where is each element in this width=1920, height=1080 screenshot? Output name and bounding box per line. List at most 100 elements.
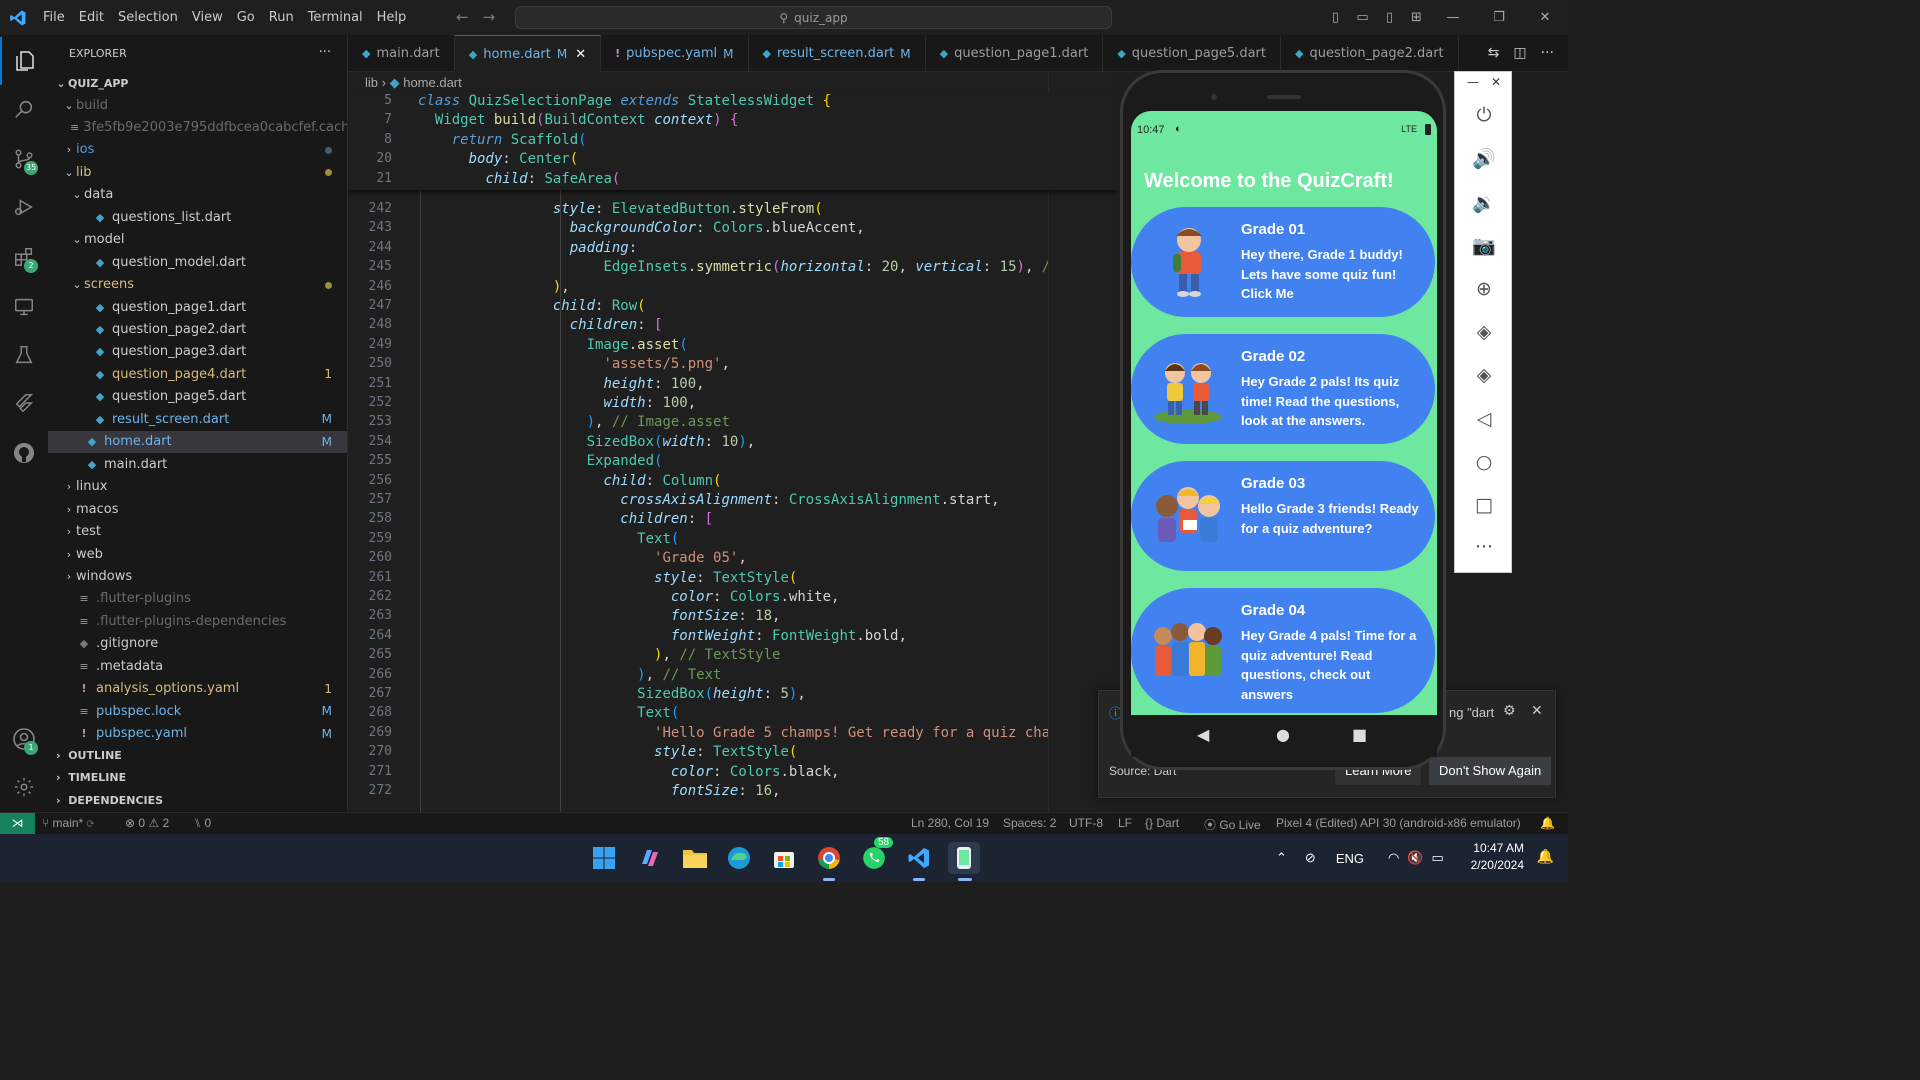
code-line[interactable]: 269 'Hello Grade 5 champs! Get ready for…	[348, 725, 1118, 744]
flutter-device[interactable]: Pixel 4 (Edited) API 30 (android-x86 emu…	[1276, 816, 1521, 830]
tree-item[interactable]: ⌄ data	[48, 184, 347, 206]
menu-run[interactable]: Run	[262, 10, 301, 25]
grade-card-3[interactable]: Grade 03 Hello Grade 3 friends! Ready fo…	[1131, 461, 1435, 571]
store-icon[interactable]	[768, 842, 800, 874]
tree-item[interactable]: › ios	[48, 139, 347, 161]
tree-item[interactable]: › macos	[48, 498, 347, 520]
code-line[interactable]: 267 SizedBox(height: 5),	[348, 686, 1118, 705]
code-line[interactable]: 265 ), // TextStyle	[348, 647, 1118, 666]
menu-go[interactable]: Go	[230, 10, 262, 25]
sticky-code-line[interactable]: 20 body: Center(	[348, 151, 1118, 170]
code-line[interactable]: 258 children: [	[348, 511, 1118, 530]
code-line[interactable]: 254 SizedBox(width: 10),	[348, 434, 1118, 453]
close-emulator-icon[interactable]: ✕	[1491, 75, 1501, 89]
language-indicator[interactable]: ENG	[1336, 851, 1364, 866]
editor-tab[interactable]: ◆ question_page2.dart	[1281, 35, 1459, 72]
more-actions-icon[interactable]: ···	[1541, 45, 1554, 61]
editor-tab[interactable]: ◆ result_screen.dart M	[749, 35, 926, 72]
code-line[interactable]: 245 EdgeInsets.symmetric(horizontal: 20,…	[348, 259, 1118, 278]
tree-item[interactable]: ◆ question_page4.dart 1	[48, 363, 347, 385]
copilot-icon[interactable]	[634, 842, 666, 874]
editor-tab[interactable]: ◆ question_page1.dart	[926, 35, 1104, 72]
code-line[interactable]: 271 color: Colors.black,	[348, 764, 1118, 783]
code-line[interactable]: 272 fontSize: 16,	[348, 783, 1118, 802]
close-icon[interactable]: ✕	[1522, 10, 1568, 25]
grade-card-1[interactable]: Grade 01 Hey there, Grade 1 buddy! Lets …	[1131, 207, 1435, 317]
gear-icon[interactable]	[0, 763, 48, 811]
whatsapp-icon[interactable]: 58	[858, 837, 894, 874]
editor-tab[interactable]: ◆ home.dart M ✕	[454, 35, 602, 72]
timeline-section[interactable]: › TIMELINE	[48, 766, 347, 788]
menu-view[interactable]: View	[185, 10, 230, 25]
code-line[interactable]: 253 ), // Image.asset	[348, 414, 1118, 433]
grade-card-4[interactable]: Grade 04 Hey Grade 4 pals! Time for a qu…	[1131, 588, 1435, 713]
code-line[interactable]: 255 Expanded(	[348, 453, 1118, 472]
explorer-more-icon[interactable]: ···	[319, 45, 331, 60]
tree-item[interactable]: › test	[48, 521, 347, 543]
more-icon[interactable]: ···	[1455, 536, 1513, 558]
overview-icon[interactable]: □	[1455, 494, 1513, 516]
sticky-code-line[interactable]: 8 return Scaffold(	[348, 132, 1118, 151]
maximize-icon[interactable]: ❐	[1476, 10, 1522, 25]
emulator-taskbar-icon[interactable]	[948, 842, 980, 874]
code-line[interactable]: 256 child: Column(	[348, 473, 1118, 492]
volume-down-icon[interactable]: 🔉	[1455, 191, 1513, 214]
android-overview-icon[interactable]: ■	[1352, 725, 1367, 744]
windows-start-icon[interactable]	[588, 842, 620, 874]
android-back-icon[interactable]: ◀	[1197, 725, 1209, 744]
explorer-root[interactable]: ⌄ QUIZ_APP	[48, 72, 347, 94]
tree-item[interactable]: ◆ .gitignore	[48, 633, 347, 655]
toggle-secondary-sidebar-icon[interactable]: ▯	[1376, 10, 1403, 25]
tree-item[interactable]: ◆ home.dart M	[48, 430, 347, 453]
forward-arrow-icon[interactable]: →	[483, 8, 510, 26]
code-line[interactable]: 261 style: TextStyle(	[348, 570, 1118, 589]
menu-terminal[interactable]: Terminal	[301, 10, 370, 25]
tree-item[interactable]: ! pubspec.yaml M	[48, 723, 347, 745]
menu-file[interactable]: File	[36, 10, 72, 25]
extensions-icon[interactable]: 2	[0, 233, 48, 281]
source-control-icon[interactable]: 35	[0, 135, 48, 183]
rotate-left-icon[interactable]: ◈	[1455, 321, 1513, 343]
code-line[interactable]: 242 style: ElevatedButton.styleFrom(	[348, 201, 1118, 220]
code-line[interactable]: 243 backgroundColor: Colors.blueAccent,	[348, 220, 1118, 239]
notifications-bell-icon[interactable]: 🔔	[1540, 816, 1555, 830]
tree-item[interactable]: ⌄ screens	[48, 274, 347, 296]
menu-selection[interactable]: Selection	[111, 10, 185, 25]
menu-edit[interactable]: Edit	[72, 10, 111, 25]
editor-tab[interactable]: ◆ question_page5.dart	[1103, 35, 1281, 72]
code-line[interactable]: 244 padding:	[348, 240, 1118, 259]
wifi-icon[interactable]: ◠	[1388, 850, 1399, 866]
code-line[interactable]: 262 color: Colors.white,	[348, 589, 1118, 608]
sticky-code-line[interactable]: 7 Widget build(BuildContext context) {	[348, 112, 1118, 131]
code-line[interactable]: 249 Image.asset(	[348, 337, 1118, 356]
code-editor[interactable]: lib › ◆ home.dart 5 class QuizSelectionPa…	[348, 72, 1118, 812]
home-icon[interactable]: ○	[1455, 451, 1513, 473]
vscode-taskbar-icon[interactable]	[903, 842, 935, 874]
tree-item[interactable]: ⌄ build	[48, 94, 347, 116]
tree-item[interactable]: ≡ .metadata	[48, 655, 347, 677]
breadcrumb-file[interactable]: home.dart	[403, 75, 462, 90]
code-line[interactable]: 246 ),	[348, 279, 1118, 298]
compare-icon[interactable]: ⇆	[1488, 45, 1500, 61]
android-home-icon[interactable]: ●	[1276, 725, 1290, 744]
minimize-emulator-icon[interactable]: —	[1467, 75, 1479, 89]
code-line[interactable]: 260 'Grade 05',	[348, 550, 1118, 569]
volume-muted-icon[interactable]: 🔇	[1407, 850, 1423, 866]
code-line[interactable]: 248 children: [	[348, 317, 1118, 336]
toggle-sidebar-icon[interactable]: ▯	[1322, 10, 1349, 25]
file-explorer-icon[interactable]	[679, 842, 711, 874]
chevron-up-icon[interactable]: ⌃	[1276, 850, 1287, 866]
github-icon[interactable]	[0, 429, 48, 477]
close-tab-icon[interactable]: ✕	[575, 47, 586, 62]
editor-tab[interactable]: ! pubspec.yaml M	[601, 35, 749, 72]
code-line[interactable]: 270 style: TextStyle(	[348, 744, 1118, 763]
tree-item[interactable]: › web	[48, 543, 347, 565]
tree-item[interactable]: ≡ 3fe5fb9e2003e795ddfbcea0cabcfef.cache..…	[48, 116, 347, 138]
back-icon[interactable]: ◁	[1455, 408, 1513, 430]
edge-icon[interactable]	[723, 842, 755, 874]
code-line[interactable]: 264 fontWeight: FontWeight.bold,	[348, 628, 1118, 647]
close-icon[interactable]: ✕	[1531, 703, 1543, 719]
tree-item[interactable]: ◆ question_model.dart	[48, 251, 347, 273]
line-ending[interactable]: LF	[1118, 816, 1132, 830]
testing-icon[interactable]	[0, 331, 48, 379]
